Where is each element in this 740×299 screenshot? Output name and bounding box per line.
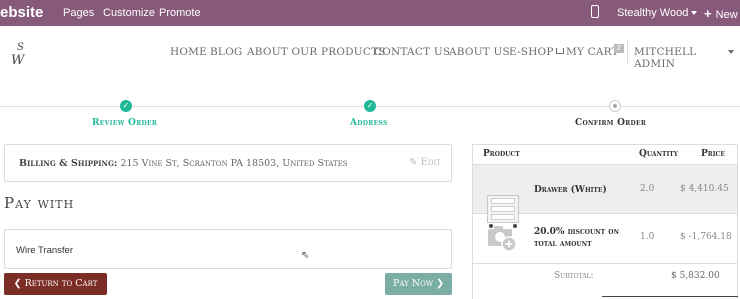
product-price: $ 4,410.45: [680, 184, 729, 194]
camera-placeholder-icon: [488, 226, 517, 252]
pay-with-heading: Pay with: [4, 194, 75, 212]
billing-address: 215 Vine St, Scranton PA 18503, United S…: [120, 158, 348, 169]
summary-header-row: Product Quantity Price: [473, 145, 737, 165]
new-button[interactable]: + New: [704, 6, 738, 21]
new-label: New: [715, 9, 738, 21]
mouse-cursor-icon: ⇖: [301, 250, 310, 261]
menu-customize[interactable]: Customize: [103, 7, 155, 19]
subtotal-underline: [602, 296, 738, 297]
subtotal-value: $ 5,832.00: [671, 271, 720, 281]
nav-blog[interactable]: BLOG: [210, 46, 243, 58]
edit-label: Edit: [420, 157, 441, 168]
payment-method-label: Wire Transfer: [16, 245, 74, 256]
chevron-right-icon: ❯: [436, 278, 445, 289]
nav-eshop[interactable]: E-SHOP: [509, 46, 554, 58]
app-brand[interactable]: ebsite: [0, 4, 43, 21]
discount-name-line2: total amount: [534, 239, 592, 249]
subtotal-label: Subtotal:: [554, 271, 594, 281]
step-address[interactable]: Address: [350, 118, 388, 128]
website-switcher[interactable]: Stealthy Wood: [617, 7, 698, 19]
nav-about-products[interactable]: ABOUT OUR PRODUCTS: [247, 46, 386, 58]
discount-price: $ -1,764.18: [680, 232, 732, 242]
nav-user-menu[interactable]: MITCHELL ADMIN: [634, 46, 740, 70]
return-to-cart-button[interactable]: ❮ Return to Cart: [4, 273, 107, 295]
header-quantity: Quantity: [639, 149, 679, 159]
product-quantity: 2.0: [640, 184, 655, 194]
chevron-left-icon: ❮: [13, 278, 22, 289]
pending-step-icon: [609, 100, 621, 112]
billing-shipping-box: Billing & Shipping: 215 Vine St, Scranto…: [4, 144, 452, 182]
nav-about-us[interactable]: ABOUT US: [449, 46, 510, 58]
step-review-order[interactable]: Review Order: [92, 118, 157, 128]
plus-icon: +: [704, 6, 712, 21]
billing-label: Billing & Shipping:: [19, 158, 118, 169]
product-name[interactable]: Drawer (White): [534, 184, 607, 196]
cart-count-badge: 2: [614, 44, 624, 53]
nav-divider: [627, 40, 628, 64]
logo-mark: S W: [11, 42, 26, 68]
chevron-down-icon: [728, 50, 734, 54]
cart-icon: [556, 48, 564, 54]
nav-home[interactable]: HOME: [170, 46, 207, 58]
nav-contact[interactable]: CONTACT US: [374, 46, 450, 58]
pay-now-button[interactable]: Pay Now ❯: [385, 273, 452, 295]
mobile-preview-icon[interactable]: [591, 5, 599, 18]
check-icon: ✓: [120, 100, 132, 112]
table-row: Drawer (White) 2.0 $ 4,410.45: [473, 165, 737, 228]
svg-text:S: S: [17, 42, 24, 53]
menu-promote[interactable]: Promote: [159, 7, 201, 19]
check-icon: ✓: [364, 100, 376, 112]
admin-topbar: ebsite Pages Customize Promote Stealthy …: [0, 0, 740, 26]
step-confirm-order: Confirm Order: [575, 118, 647, 128]
discount-name-line1: 20.0% discount on: [534, 227, 619, 237]
payment-option-wire-transfer[interactable]: Wire Transfer: [4, 229, 452, 269]
edit-address-link[interactable]: ✎ Edit: [409, 157, 441, 168]
nav-my-cart-label: MY CART: [566, 46, 619, 58]
header-product: Product: [483, 149, 520, 159]
svg-text:W: W: [11, 53, 26, 68]
menu-pages[interactable]: Pages: [63, 7, 94, 19]
billing-shipping-text: Billing & Shipping: 215 Vine St, Scranto…: [19, 158, 348, 169]
discount-quantity: 1.0: [640, 232, 655, 242]
header-price: Price: [701, 149, 725, 159]
nav-my-cart[interactable]: MY CART: [556, 46, 619, 58]
website-name: Stealthy Wood: [617, 7, 689, 19]
return-label: Return to Cart: [24, 278, 98, 289]
edit-icon: ✎: [409, 157, 418, 168]
site-logo[interactable]: S W: [10, 40, 32, 68]
pay-label: Pay Now: [392, 278, 434, 289]
chevron-down-icon: [691, 11, 698, 16]
order-summary-table: Product Quantity Price Drawer (White) 2.…: [472, 144, 738, 299]
